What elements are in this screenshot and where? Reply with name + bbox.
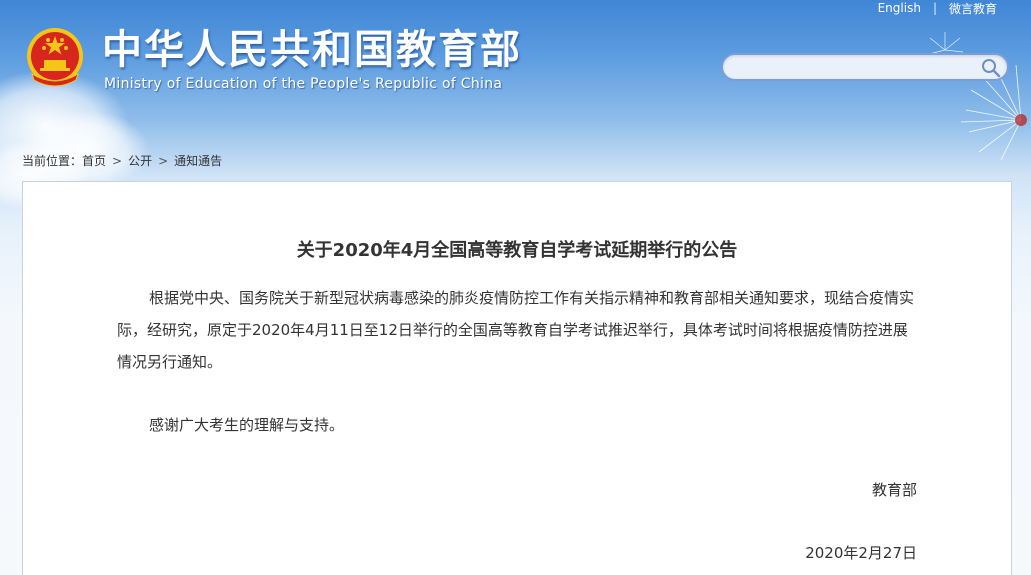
site-subtitle-english: Ministry of Education of the People's Re… <box>104 76 503 92</box>
national-emblem-icon <box>27 28 83 87</box>
article-date: 2020年2月27日 <box>805 544 917 562</box>
article-container: 关于2020年4月全国高等教育自学考试延期举行的公告 根据党中央、国务院关于新型… <box>22 181 1012 575</box>
article-paragraph: 感谢广大考生的理解与支持。 <box>149 416 345 434</box>
article-title: 关于2020年4月全国高等教育自学考试延期举行的公告 <box>296 240 738 261</box>
top-navigation: English | 微言教育 <box>878 0 997 16</box>
weibo-link[interactable]: 微言教育 <box>949 0 997 17</box>
nav-separator: | <box>932 1 937 15</box>
site-title[interactable]: 中华人民共和国教育部 <box>102 26 522 74</box>
search-input[interactable] <box>735 58 979 78</box>
breadcrumb-public[interactable]: 公开 <box>128 152 152 169</box>
breadcrumb-notices[interactable]: 通知通告 <box>174 152 222 169</box>
article-signature: 教育部 <box>871 481 917 499</box>
breadcrumb-separator: > <box>112 153 123 168</box>
article-paragraph: 根据党中央、国务院关于新型冠状病毒感染的肺炎疫情防控工作有关指示精神和教育部相关… <box>117 289 915 371</box>
breadcrumb-prefix: 当前位置： <box>22 154 83 168</box>
breadcrumb-separator: > <box>158 153 169 168</box>
search-box <box>721 53 1009 81</box>
breadcrumb-home[interactable]: 首页 <box>82 152 106 169</box>
breadcrumb: 当前位置： 首页 > 公开 > 通知通告 <box>22 152 222 169</box>
search-icon[interactable] <box>981 58 1001 78</box>
english-link[interactable]: English <box>878 1 921 15</box>
